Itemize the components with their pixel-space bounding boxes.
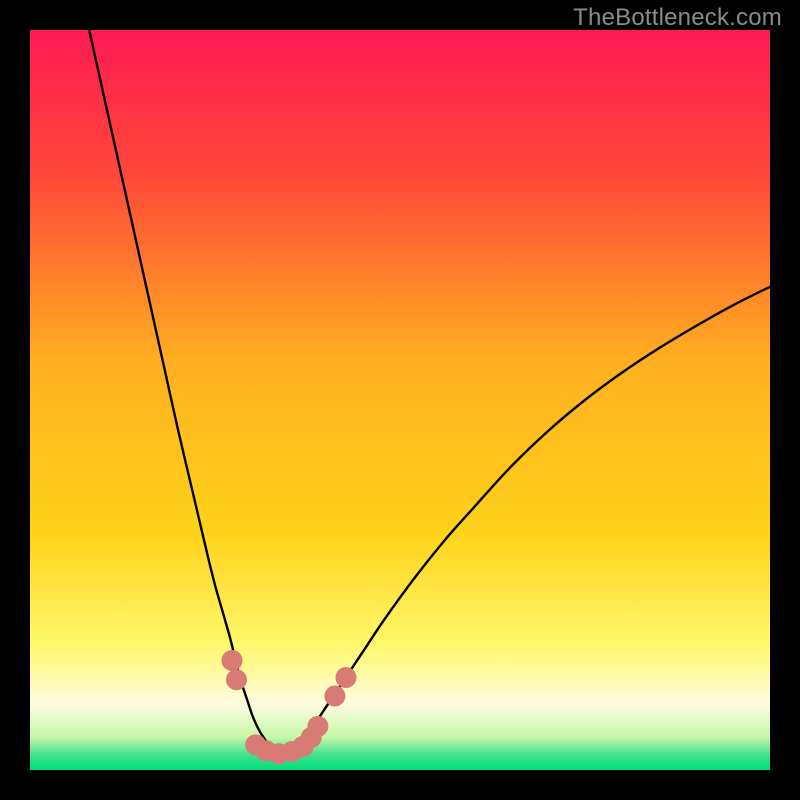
gradient-background	[30, 30, 770, 770]
data-marker	[324, 686, 345, 707]
chart-container: { "watermark": "TheBottleneck.com", "col…	[0, 0, 800, 800]
chart-svg	[30, 30, 770, 770]
plot-area	[30, 30, 770, 770]
watermark-text: TheBottleneck.com	[573, 4, 782, 32]
data-marker	[307, 716, 328, 737]
data-marker	[335, 667, 356, 688]
data-marker	[222, 650, 243, 671]
data-marker	[226, 669, 247, 690]
